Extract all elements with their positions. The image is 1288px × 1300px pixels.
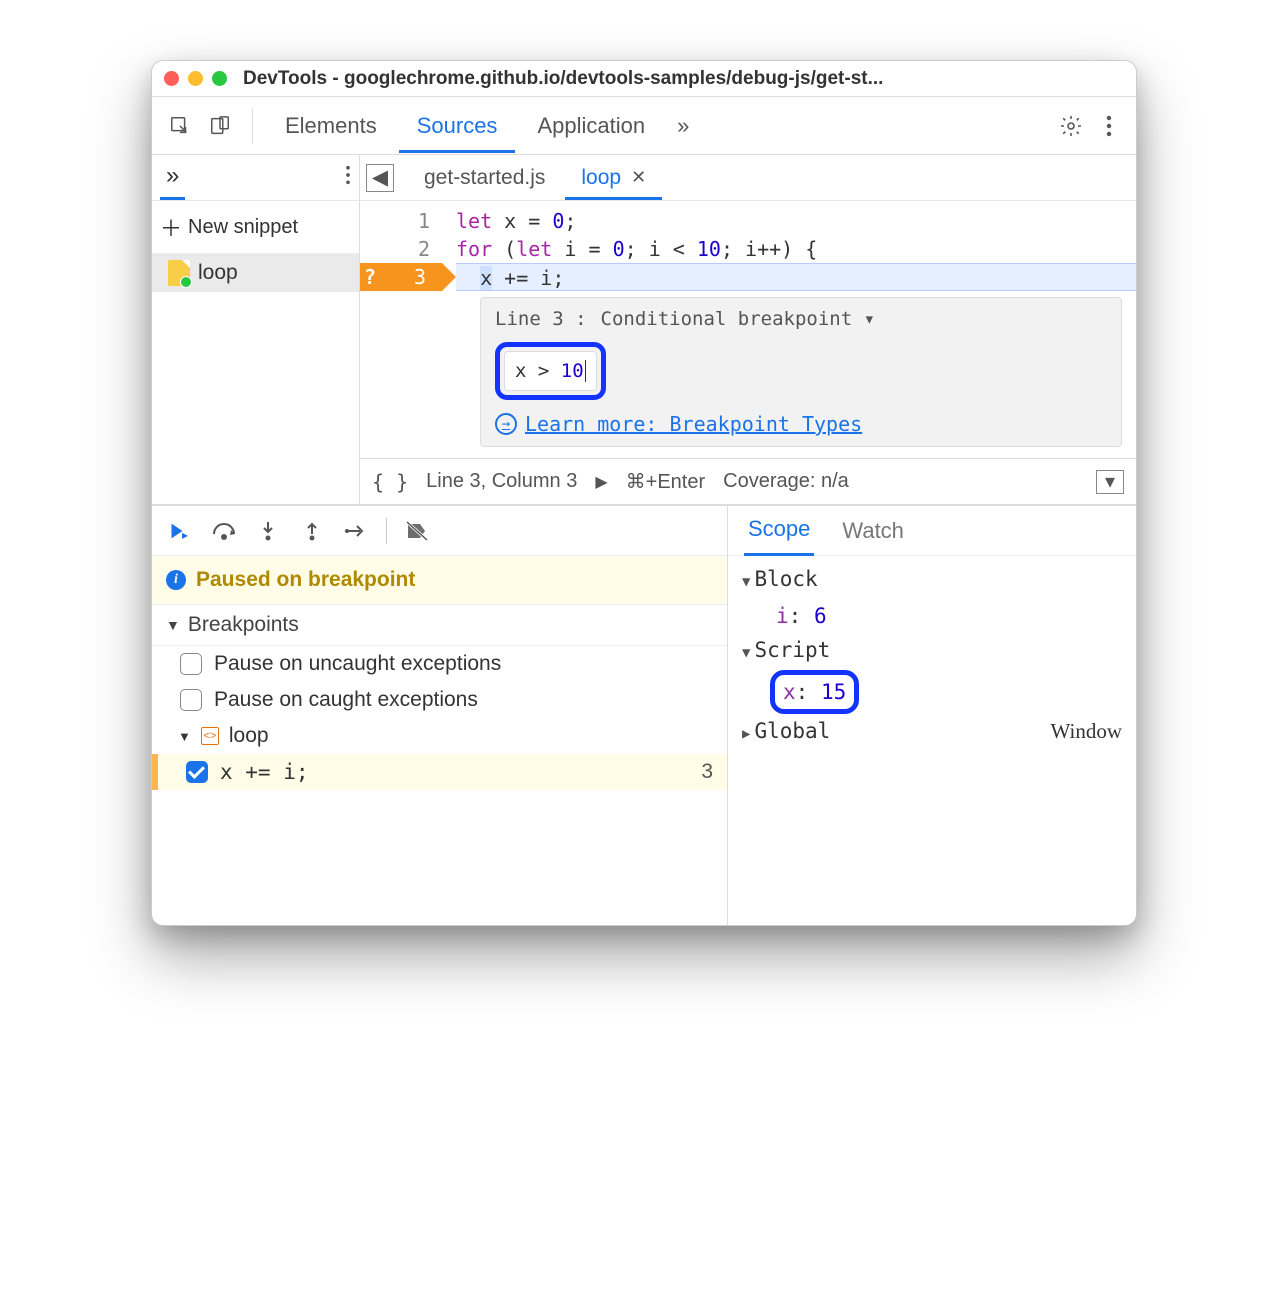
debugger-panel: ▸ i Paused on breakpoint ▼Breakpoints Pa… [152,505,1136,925]
code-editor[interactable]: 1 2 ?3 4 let x = 0; for (let i = 0; i < … [360,201,1136,458]
tab-application[interactable]: Application [519,99,663,153]
navigator-more-icon[interactable]: » [160,155,185,200]
window-title: DevTools - googlechrome.github.io/devtoo… [243,68,883,90]
debugger-left: ▸ i Paused on breakpoint ▼Breakpoints Pa… [152,506,728,925]
run-shortcut: ⌘+Enter [626,469,705,494]
scope-var-x: x: 15 [783,680,846,704]
line-gutter[interactable]: 1 2 ?3 4 [360,201,442,458]
close-tab-icon[interactable]: ✕ [631,167,646,188]
titlebar: DevTools - googlechrome.github.io/devtoo… [152,61,1136,97]
cursor-position: Line 3, Column 3 [426,470,577,493]
editor-tab-get-started[interactable]: get-started.js [408,156,561,200]
inspect-element-icon[interactable] [162,108,198,144]
deactivate-breakpoints-icon[interactable] [403,517,431,545]
line-number[interactable]: 2 [360,235,430,263]
sources-panel: » ＋ New snippet loop ◀ get-started.js lo… [152,155,1136,505]
new-snippet-button[interactable]: ＋ New snippet [152,201,359,254]
pause-caught-checkbox-row[interactable]: Pause on caught exceptions [152,682,727,718]
breakpoints-section-header[interactable]: ▼Breakpoints [152,605,727,646]
tab-sources[interactable]: Sources [399,99,516,153]
bp-type-dropdown[interactable]: Conditional breakpoint ▾ [601,308,876,330]
condition-highlight: x > 10 [495,342,606,400]
run-snippet-icon[interactable]: ▶ [595,472,607,492]
scope-tabs: Scope Watch [728,506,1136,556]
editor-pane: ◀ get-started.js loop ✕ 1 2 ?3 4 let x =… [360,155,1136,504]
debugger-right: Scope Watch ▼Block i: 6 ▼Script x: 15 ▶G… [728,506,1136,925]
resume-icon[interactable]: ▸ [166,517,194,545]
new-snippet-label: New snippet [188,216,298,239]
step-into-icon[interactable] [254,517,282,545]
pause-uncaught-checkbox-row[interactable]: Pause on uncaught exceptions [152,646,727,682]
kebab-menu-icon[interactable] [1092,109,1126,143]
coverage-label: Coverage: n/a [723,470,849,493]
breakpoint-group-loop[interactable]: ▼ <> loop [152,718,727,754]
checkbox[interactable] [180,653,202,675]
close-window-button[interactable] [164,71,179,86]
step-icon[interactable] [342,517,370,545]
arrow-circle-icon: → [495,413,517,435]
learn-more-link[interactable]: → Learn more: Breakpoint Types [495,412,1107,436]
code-content[interactable]: let x = 0; for (let i = 0; i < 10; i++) … [442,201,1136,458]
devtools-window: DevTools - googlechrome.github.io/devtoo… [151,60,1137,926]
checkbox[interactable] [180,689,202,711]
navigator-pane: » ＋ New snippet loop [152,155,360,504]
line-number[interactable]: 1 [360,207,430,235]
window-controls [164,71,227,86]
more-tabs-icon[interactable]: » [667,113,699,139]
breakpoint-marker[interactable]: ?3 [360,263,442,291]
device-toolbar-icon[interactable] [202,108,238,144]
minimize-window-button[interactable] [188,71,203,86]
file-tree-item-loop[interactable]: loop [152,254,359,292]
bp-line-label: Line 3 : [495,308,587,330]
breakpoint-entry[interactable]: x += i; 3 [152,754,727,790]
scope-block[interactable]: ▼Block [742,562,1122,599]
scope-list: ▼Block i: 6 ▼Script x: 15 ▶GlobalWindow [728,556,1136,757]
tab-scope[interactable]: Scope [744,505,814,556]
condition-input[interactable]: x > 10 [504,351,597,391]
step-out-icon[interactable] [298,517,326,545]
scope-script[interactable]: ▼Script [742,633,1122,670]
zoom-window-button[interactable] [212,71,227,86]
scope-var-i: i: 6 [742,599,1122,633]
conditional-breakpoint-popover: Line 3 : Conditional breakpoint ▾ x > 10… [480,297,1122,447]
navigate-back-icon[interactable]: ◀ [366,164,394,192]
navigator-kebab-icon[interactable] [345,165,351,191]
debugger-controls: ▸ [152,506,727,556]
settings-icon[interactable] [1054,109,1088,143]
editor-tab-loop[interactable]: loop ✕ [565,156,662,200]
highlight-ring: x: 15 [770,670,859,714]
editor-statusbar: { } Line 3, Column 3 ▶ ⌘+Enter Coverage:… [360,458,1136,504]
scope-global[interactable]: ▶GlobalWindow [742,714,1122,751]
snippet-file-icon [168,260,190,286]
checkbox-checked[interactable] [186,761,208,783]
snippet-icon: <> [201,727,219,745]
tab-watch[interactable]: Watch [838,507,908,555]
main-toolbar: Elements Sources Application » [152,97,1136,155]
tab-elements[interactable]: Elements [267,99,395,153]
step-over-icon[interactable] [210,517,238,545]
statusbar-dropdown-icon[interactable]: ▾ [1096,470,1124,494]
editor-tabs: ◀ get-started.js loop ✕ [360,155,1136,201]
pause-message: i Paused on breakpoint [152,556,727,605]
pretty-print-icon[interactable]: { } [372,470,408,494]
info-icon: i [166,570,186,590]
file-label: loop [198,261,238,285]
